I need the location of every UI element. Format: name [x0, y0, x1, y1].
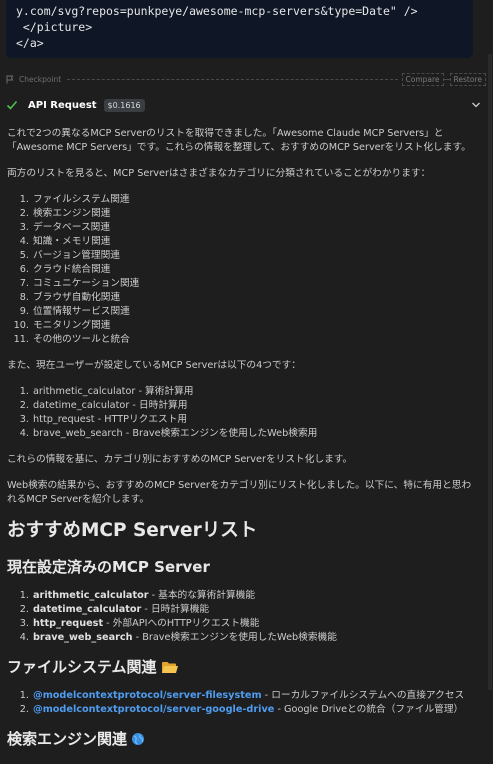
checkpoint-row: Checkpoint Compare Restore — [6, 72, 486, 86]
page-title: おすすめMCP Serverリスト — [7, 520, 258, 541]
result-text: Web検索の結果から、おすすめのMCP Serverをカテゴリ別にリスト化しまし… — [7, 480, 472, 505]
api-request-title: API Request — [28, 99, 97, 111]
list-item: 4. brave_web_search - Brave検索エンジンを使用したWeb… — [19, 632, 337, 643]
code-line: </picture> — [16, 20, 93, 34]
search-heading: 検索エンジン関連 — [7, 729, 477, 749]
list-item: 11. その他のツールと統合 — [13, 334, 130, 345]
server-link[interactable]: @modelcontextprotocol/server-filesystem — [33, 690, 262, 701]
list-item: 3. http_request - HTTPリクエスト用 — [19, 414, 188, 425]
list-item: 5. バージョン管理関連 — [19, 250, 120, 261]
scrollbar[interactable] — [486, 0, 493, 764]
compare-button[interactable]: Compare — [401, 72, 444, 86]
check-icon — [6, 100, 18, 110]
categories-intro: 両方のリストを見ると、MCP Serverはさまざまなカテゴリに分類されているこ… — [7, 168, 431, 179]
api-request-header[interactable]: API Request $0.1616 — [6, 96, 484, 114]
list-item: 3. http_request - 外部APIへのHTTPリクエスト機能 — [19, 618, 260, 629]
message-content: これで2つの異なるMCP Serverのリストを取得できました。「Awesome… — [7, 127, 477, 761]
intro-text: これで2つの異なるMCP Serverのリストを取得できました。「Awesome… — [7, 128, 471, 153]
list-item: 2. 検索エンジン関連 — [19, 208, 111, 219]
code-block: y.com/svg?repos=punkpeye/awesome-mcp-ser… — [6, 0, 473, 58]
current-server-list: 1. arithmetic_calculator - 算術計算用 2. dateti… — [7, 385, 477, 441]
list-item: 3. データベース関連 — [19, 222, 111, 233]
restore-button[interactable]: Restore — [449, 72, 486, 86]
checkpoint-divider — [67, 78, 398, 80]
cost-badge: $0.1616 — [103, 98, 145, 112]
configured-heading: 現在設定済みのMCP Server — [7, 558, 210, 576]
list-item: 10. モニタリング関連 — [13, 320, 111, 331]
list-item: 2. datetime_calculator - 日時計算用 — [19, 400, 188, 411]
list-item: 1. @modelcontextprotocol/server-filesyste… — [19, 690, 465, 701]
list-item: 1. arithmetic_calculator - 算術計算用 — [19, 386, 194, 397]
list-item: 6. クラウド統合関連 — [19, 264, 111, 275]
chevron-down-icon[interactable] — [471, 100, 481, 110]
plan-text: これらの情報を基に、カテゴリ別におすすめのMCP Serverをリスト化します。 — [7, 454, 353, 465]
checkpoint-label: Checkpoint — [19, 74, 62, 84]
list-item: 2. @modelcontextprotocol/server-google-dr… — [19, 704, 464, 715]
current-servers-intro: また、現在ユーザーが設定しているMCP Serverは以下の4つです： — [7, 360, 301, 371]
filesystem-server-list: 1. @modelcontextprotocol/server-filesyste… — [7, 689, 477, 717]
list-item: 1. ファイルシステム関連 — [19, 194, 130, 205]
list-item: 1. arithmetic_calculator - 基本的な算術計算機能 — [19, 590, 256, 601]
scrollbar-thumb[interactable] — [488, 54, 492, 690]
list-item: 9. 位置情報サービス関連 — [19, 306, 130, 317]
server-link[interactable]: @modelcontextprotocol/server-google-driv… — [33, 704, 274, 715]
list-item: 4. brave_web_search - Brave検索エンジンを使用したWeb… — [19, 428, 318, 439]
list-item: 7. コミュニケーション関連 — [19, 278, 140, 289]
configured-server-list: 1. arithmetic_calculator - 基本的な算術計算機能 2. d… — [7, 589, 477, 645]
list-item: 4. 知識・メモリ関連 — [19, 236, 111, 247]
code-line: y.com/svg?repos=punkpeye/awesome-mcp-ser… — [16, 4, 418, 18]
list-item: 8. ブラウザ自動化関連 — [19, 292, 121, 303]
code-line: </a> — [16, 36, 44, 50]
category-list: 1. ファイルシステム関連 2. 検索エンジン関連 3. データベース関連 4. 知識・… — [7, 193, 477, 347]
filesystem-heading: ファイルシステム関連 — [7, 657, 477, 677]
folder-icon — [161, 662, 178, 673]
globe-icon — [132, 733, 145, 745]
list-item: 2. datetime_calculator - 日時計算機能 — [19, 604, 210, 615]
flag-icon — [6, 75, 14, 83]
